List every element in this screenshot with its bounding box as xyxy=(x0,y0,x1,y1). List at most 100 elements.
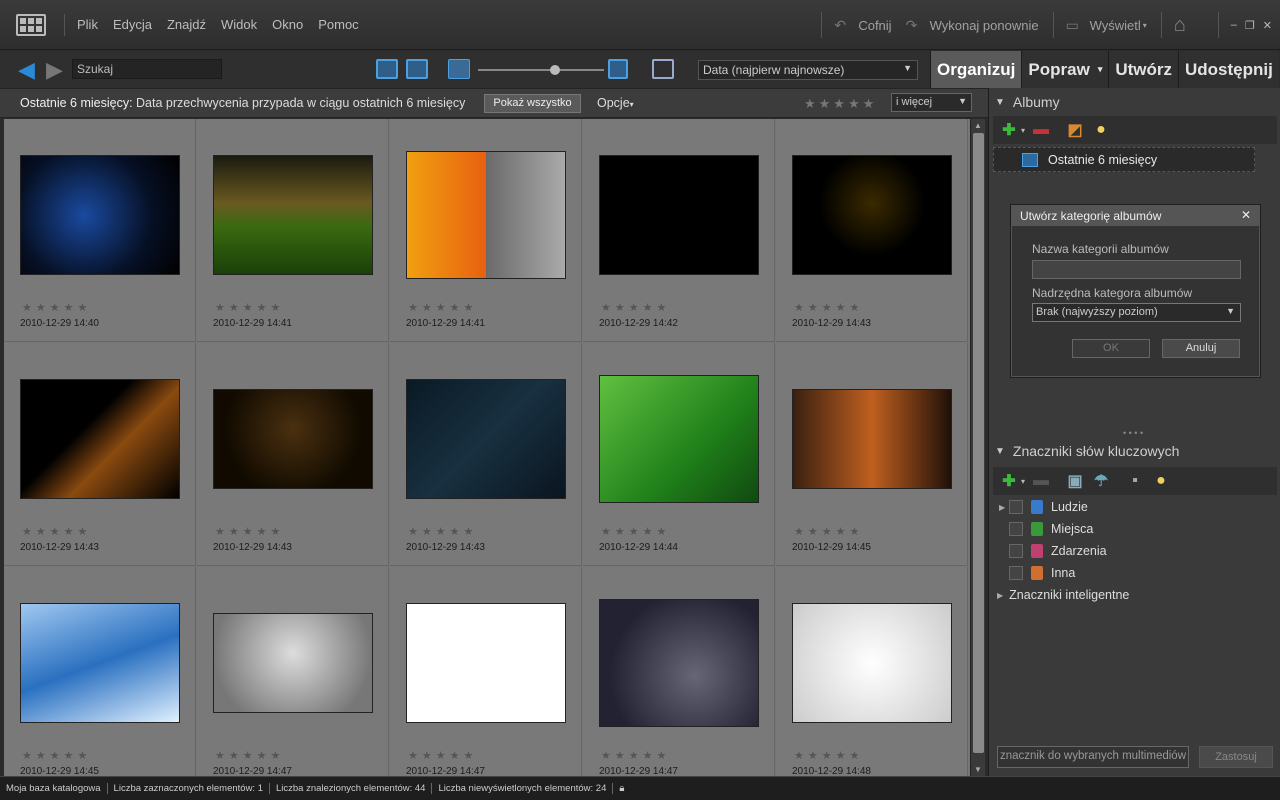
keywords-header[interactable]: ▼ Znaczniki słów kluczowych xyxy=(989,438,1280,464)
photo-cell[interactable]: ★★★★★ 2010-12-29 14:47 xyxy=(197,567,389,776)
photo-cell[interactable]: ★★★★★ 2010-12-29 14:43 xyxy=(197,343,389,566)
tree-meadow-thumb[interactable] xyxy=(213,155,373,275)
display-button[interactable]: ▭ Wyświetl ▾ xyxy=(1066,18,1147,33)
sort-select[interactable]: Data (najpierw najnowsze) ▼ xyxy=(698,60,918,80)
rating-stars[interactable]: ★★★★★ xyxy=(601,525,670,538)
linux-logo-thumb[interactable] xyxy=(792,603,952,723)
keyword-events[interactable]: Zdarzenia xyxy=(997,541,1107,561)
scroll-up-icon[interactable]: ▲ xyxy=(974,121,982,130)
person-photo-icon[interactable]: ▪ xyxy=(1125,471,1145,491)
show-all-button[interactable]: Pokaż wszystko xyxy=(484,94,581,113)
collapse-triangle-icon[interactable]: ▼ xyxy=(995,97,1005,108)
windows-wallpaper-thumb[interactable] xyxy=(20,155,180,275)
rating-stars[interactable]: ★★★★★ xyxy=(215,301,284,314)
rotate-left-icon[interactable] xyxy=(376,59,398,79)
suse-drops-thumb[interactable] xyxy=(599,599,759,727)
rating-stars[interactable]: ★★★★★ xyxy=(22,525,91,538)
scroll-down-icon[interactable]: ▼ xyxy=(974,765,982,774)
menu-edit[interactable]: Edycja xyxy=(113,17,152,32)
penguin-windows-thumb[interactable] xyxy=(213,613,373,713)
close-icon[interactable]: ✕ xyxy=(1241,208,1251,222)
tab-fix[interactable]: Popraw ▾ xyxy=(1021,51,1109,88)
keyword-checkbox[interactable] xyxy=(1009,522,1023,536)
rating-stars[interactable]: ★★★★★ xyxy=(408,525,477,538)
keyword-checkbox[interactable] xyxy=(1009,566,1023,580)
zoom-slider[interactable] xyxy=(478,65,604,75)
rating-filter-stars[interactable]: ★★★★★ xyxy=(804,96,877,112)
light-years-thumb[interactable] xyxy=(792,155,952,275)
menu-find[interactable]: Znajdź xyxy=(167,17,206,32)
rating-stars[interactable]: ★★★★★ xyxy=(601,301,670,314)
menu-window[interactable]: Okno xyxy=(272,17,303,32)
rating-stars[interactable]: ★★★★★ xyxy=(794,525,863,538)
photo-cell[interactable]: ★★★★★ 2010-12-29 14:48 xyxy=(776,567,968,776)
photo-cell[interactable]: ★★★★★ 2010-12-29 14:44 xyxy=(583,343,775,566)
parent-category-select[interactable]: Brak (najwyższy poziom) ▼ xyxy=(1032,303,1241,322)
scrollbar-thumb[interactable] xyxy=(973,133,984,753)
add-album-icon[interactable]: ✚ xyxy=(999,120,1019,140)
rating-stars[interactable]: ★★★★★ xyxy=(794,749,863,762)
menu-view[interactable]: Widok xyxy=(221,17,257,32)
ok-button[interactable]: OK xyxy=(1072,339,1150,358)
close-icon[interactable]: ✕ xyxy=(1263,19,1272,32)
photo-cell[interactable]: ★★★★★ 2010-12-29 14:41 xyxy=(197,119,389,342)
rating-stars[interactable]: ★★★★★ xyxy=(601,749,670,762)
small-thumbs-icon[interactable] xyxy=(448,59,470,79)
rating-stars[interactable]: ★★★★★ xyxy=(215,749,284,762)
rating-stars[interactable]: ★★★★★ xyxy=(22,301,91,314)
rating-compare-select[interactable]: i więcej ▼ xyxy=(891,93,972,112)
home-button[interactable]: ⌂ xyxy=(1174,15,1204,35)
rotate-right-icon[interactable] xyxy=(406,59,428,79)
smart-tags-row[interactable]: ▶ Znaczniki inteligentne xyxy=(997,585,1129,605)
undo-button[interactable]: ↶ Cofnij xyxy=(834,18,891,33)
keyword-checkbox[interactable] xyxy=(1009,500,1023,514)
tip-bulb-icon[interactable]: ● xyxy=(1151,471,1171,491)
chevron-down-icon[interactable]: ▾ xyxy=(1021,126,1025,135)
zoom-slider-knob[interactable] xyxy=(550,65,560,75)
photo-cell[interactable]: ★★★★★ 2010-12-29 14:45 xyxy=(776,343,968,566)
restore-icon[interactable]: ❐ xyxy=(1245,19,1255,32)
nike-logo-thumb[interactable] xyxy=(599,155,759,275)
large-thumbs-icon[interactable] xyxy=(608,59,628,79)
keyword-places[interactable]: Miejsca xyxy=(997,519,1093,539)
rating-stars[interactable]: ★★★★★ xyxy=(408,301,477,314)
panel-resize-handle[interactable]: • • • • xyxy=(1123,428,1143,438)
rating-stars[interactable]: ★★★★★ xyxy=(215,525,284,538)
ubuntu-wallpaper-thumb[interactable] xyxy=(20,379,180,499)
category-name-field[interactable] xyxy=(1032,260,1241,279)
edit-album-icon[interactable]: ◩ xyxy=(1065,120,1085,140)
menu-help[interactable]: Pomoc xyxy=(318,17,358,32)
keyword-other[interactable]: Inna xyxy=(997,563,1075,583)
search-input[interactable] xyxy=(72,59,222,79)
sun-tree-thumb[interactable] xyxy=(406,151,566,279)
tip-bulb-icon[interactable]: ● xyxy=(1091,120,1111,140)
remove-album-icon[interactable]: ▬ xyxy=(1031,120,1051,140)
photo-tag-icon[interactable]: ▣ xyxy=(1065,471,1085,491)
fullscreen-icon[interactable] xyxy=(652,59,674,79)
iphone-colorful-thumb[interactable] xyxy=(792,389,952,489)
expand-triangle-icon[interactable]: ▶ xyxy=(999,503,1005,512)
photo-cell[interactable]: ★★★★★ 2010-12-29 14:43 xyxy=(390,343,582,566)
rating-stars[interactable]: ★★★★★ xyxy=(22,749,91,762)
keyword-apply-input[interactable]: znacznik do wybranych multimediów xyxy=(997,746,1189,768)
tab-organize[interactable]: Organizuj xyxy=(930,51,1022,88)
photo-cell[interactable]: ★★★★★ 2010-12-29 14:40 xyxy=(4,119,196,342)
chevron-down-icon[interactable]: ▾ xyxy=(1021,477,1025,486)
back-arrow-icon[interactable]: ◀ xyxy=(18,58,38,80)
keyword-people[interactable]: ▶ Ludzie xyxy=(997,497,1088,517)
tab-share[interactable]: Udostępnij xyxy=(1178,51,1279,88)
photo-cell[interactable]: ★★★★★ 2010-12-29 14:42 xyxy=(583,119,775,342)
rating-stars[interactable]: ★★★★★ xyxy=(794,301,863,314)
collapse-triangle-icon[interactable]: ▼ xyxy=(995,446,1005,457)
photo-cell[interactable]: ★★★★★ 2010-12-29 14:43 xyxy=(776,119,968,342)
add-keyword-icon[interactable]: ✚ xyxy=(999,471,1019,491)
photo-cell[interactable]: ★★★★★ 2010-12-29 14:41 xyxy=(390,119,582,342)
app-grid-icon[interactable] xyxy=(16,13,46,36)
grid-scrollbar[interactable]: ▲ ▼ xyxy=(970,119,985,776)
green-soccer-thumb[interactable] xyxy=(599,375,759,503)
rating-stars[interactable]: ★★★★★ xyxy=(408,749,477,762)
penguins-row-thumb[interactable] xyxy=(406,603,566,723)
apply-button[interactable]: Zastosuj xyxy=(1199,746,1273,768)
cloud-tag-icon[interactable]: ☂ xyxy=(1091,471,1111,491)
remove-keyword-icon[interactable]: ▬ xyxy=(1031,471,1051,491)
